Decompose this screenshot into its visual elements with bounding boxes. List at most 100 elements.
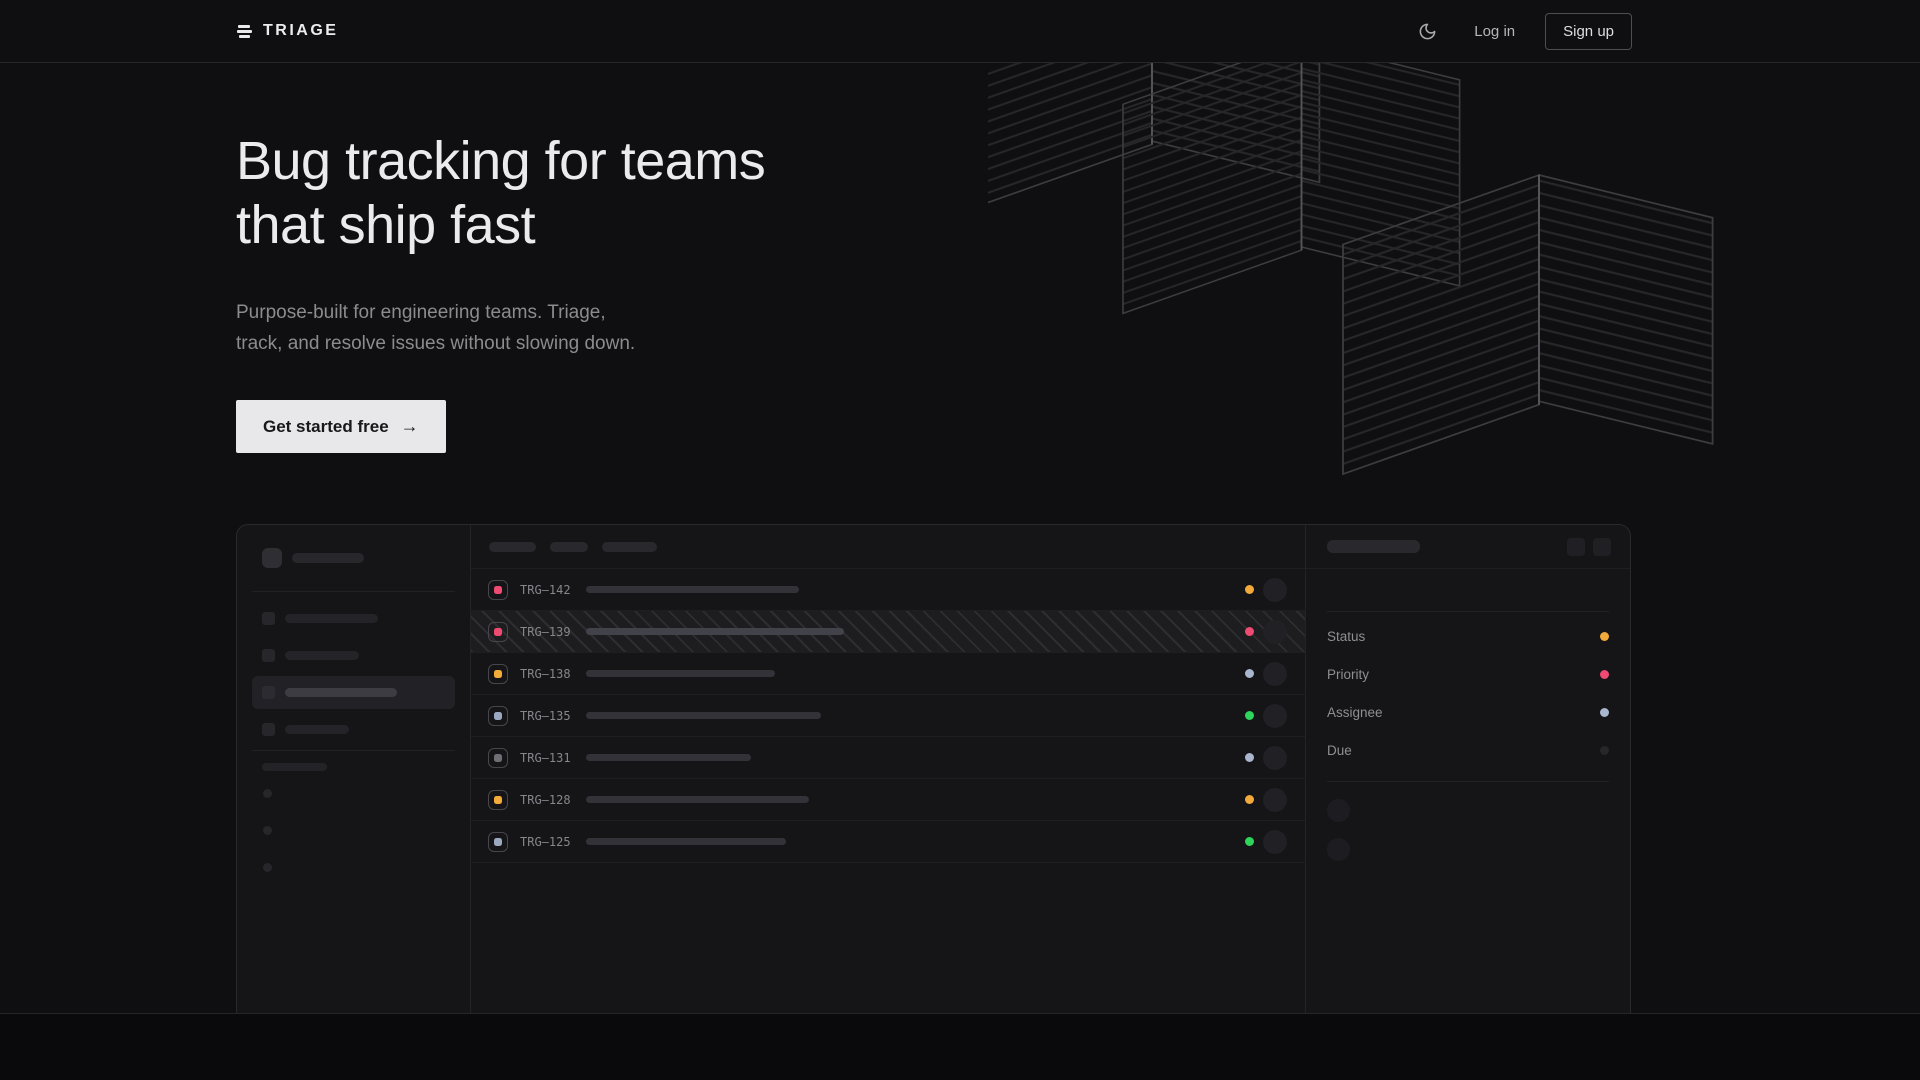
signup-button[interactable]: Sign up (1545, 13, 1632, 50)
detail-header (1306, 525, 1630, 569)
issue-detail-panel: Status Priority Assignee Due (1305, 525, 1630, 1014)
detail-title-skeleton (1327, 540, 1420, 553)
status-dot (1245, 795, 1254, 804)
hero-copy: Bug tracking for teamsthat ship fast Pur… (0, 129, 1920, 453)
workspace-name-skeleton (292, 553, 364, 563)
avatar (1263, 578, 1287, 602)
divider (252, 750, 455, 751)
sidebar-nav (237, 602, 470, 746)
issue-id: TRG–131 (520, 751, 576, 765)
top-nav: TRIAGE Log in Sign up (0, 0, 1920, 63)
issue-title-skeleton (586, 712, 821, 719)
issue-title-skeleton (586, 670, 775, 677)
issue-id: TRG–135 (520, 709, 576, 723)
comment-avatar (1327, 838, 1350, 861)
sidebar-item-icon (262, 649, 275, 662)
issue-id: TRG–138 (520, 667, 576, 681)
issue-row[interactable]: TRG–125 (471, 821, 1305, 863)
sidebar-item[interactable] (252, 639, 455, 672)
priority-icon (488, 706, 508, 726)
detail-field-row[interactable]: Status (1327, 617, 1609, 655)
login-link[interactable]: Log in (1474, 23, 1515, 40)
page-title: Bug tracking for teamsthat ship fast (236, 129, 1920, 257)
status-dot (1245, 669, 1254, 678)
issue-row[interactable]: TRG–131 (471, 737, 1305, 779)
issue-row[interactable]: TRG–138 (471, 653, 1305, 695)
logo-text: TRIAGE (263, 22, 338, 40)
priority-icon (488, 832, 508, 852)
priority-icon (488, 580, 508, 600)
list-toolbar (471, 525, 1305, 569)
sidebar-item-label-skeleton (285, 688, 397, 697)
sidebar-item[interactable] (252, 713, 455, 746)
filter-pill-skeleton[interactable] (602, 542, 657, 552)
detail-field-row[interactable]: Assignee (1327, 693, 1609, 731)
issue-row[interactable]: TRG–128 (471, 779, 1305, 821)
sidebar-dot (263, 863, 272, 872)
app-mockup-card: TRG–142 TRG–139 TRG–138 TRG–135 TRG–131 TRG–1… (236, 524, 1631, 1014)
issue-title-skeleton (586, 586, 799, 593)
issue-list: TRG–142 TRG–139 TRG–138 TRG–135 TRG–131 TRG–1… (471, 569, 1305, 863)
avatar (1263, 788, 1287, 812)
issue-list-panel: TRG–142 TRG–139 TRG–138 TRG–135 TRG–131 TRG–1… (471, 525, 1305, 1014)
issue-title-skeleton (586, 796, 809, 803)
detail-fields: Status Priority Assignee Due (1327, 617, 1609, 769)
hero-section: Bug tracking for teamsthat ship fast Pur… (0, 63, 1920, 1014)
field-label: Assignee (1327, 705, 1383, 720)
field-value-dot (1600, 708, 1609, 717)
issue-id: TRG–128 (520, 793, 576, 807)
priority-icon (488, 622, 508, 642)
workspace-switcher[interactable] (237, 525, 470, 568)
field-label: Priority (1327, 667, 1369, 682)
sidebar-item-label-skeleton (285, 614, 378, 623)
sidebar-item[interactable] (252, 602, 455, 635)
moon-icon[interactable] (1410, 14, 1444, 48)
field-value-dot (1600, 632, 1609, 641)
field-label: Due (1327, 743, 1352, 758)
get-started-button[interactable]: Get started free → (236, 400, 446, 453)
triage-bars-icon (236, 24, 252, 39)
mockup-sidebar (237, 525, 471, 1014)
status-dot (1245, 627, 1254, 636)
issue-row[interactable]: TRG–139 (471, 611, 1305, 653)
status-dot (1245, 837, 1254, 846)
sidebar-item-active[interactable] (252, 676, 455, 709)
sidebar-dot (263, 789, 272, 798)
issue-title-skeleton (586, 628, 844, 635)
divider (252, 591, 455, 592)
detail-body: Status Priority Assignee Due (1306, 569, 1630, 882)
issue-id: TRG–125 (520, 835, 576, 849)
status-dot (1245, 753, 1254, 762)
priority-icon (488, 790, 508, 810)
issue-title-skeleton (586, 754, 751, 761)
divider (1327, 611, 1609, 612)
issue-id: TRG–142 (520, 583, 576, 597)
priority-icon (488, 664, 508, 684)
section-label-skeleton (262, 763, 327, 771)
issue-row[interactable]: TRG–142 (471, 569, 1305, 611)
hero-subtitle: Purpose-built for engineering teams. Tri… (236, 297, 636, 359)
sidebar-dots (263, 789, 470, 872)
status-dot (1245, 585, 1254, 594)
field-label: Status (1327, 629, 1365, 644)
brand[interactable]: TRIAGE (236, 22, 338, 40)
avatar (1263, 620, 1287, 644)
detail-field-row[interactable]: Due (1327, 731, 1609, 769)
avatar (1263, 662, 1287, 686)
avatar (1263, 704, 1287, 728)
filter-pill-skeleton[interactable] (489, 542, 536, 552)
sidebar-item-icon (262, 686, 275, 699)
detail-action-button[interactable] (1567, 538, 1585, 556)
field-value-dot (1600, 746, 1609, 755)
issue-title-skeleton (586, 838, 786, 845)
sidebar-item-label-skeleton (285, 725, 349, 734)
detail-action-button[interactable] (1593, 538, 1611, 556)
priority-icon (488, 748, 508, 768)
arrow-right-icon: → (401, 416, 419, 437)
filter-pill-skeleton[interactable] (550, 542, 588, 552)
footer-band (0, 1014, 1920, 1080)
divider (1327, 781, 1609, 782)
issue-row[interactable]: TRG–135 (471, 695, 1305, 737)
sidebar-item-icon (262, 723, 275, 736)
detail-field-row[interactable]: Priority (1327, 655, 1609, 693)
